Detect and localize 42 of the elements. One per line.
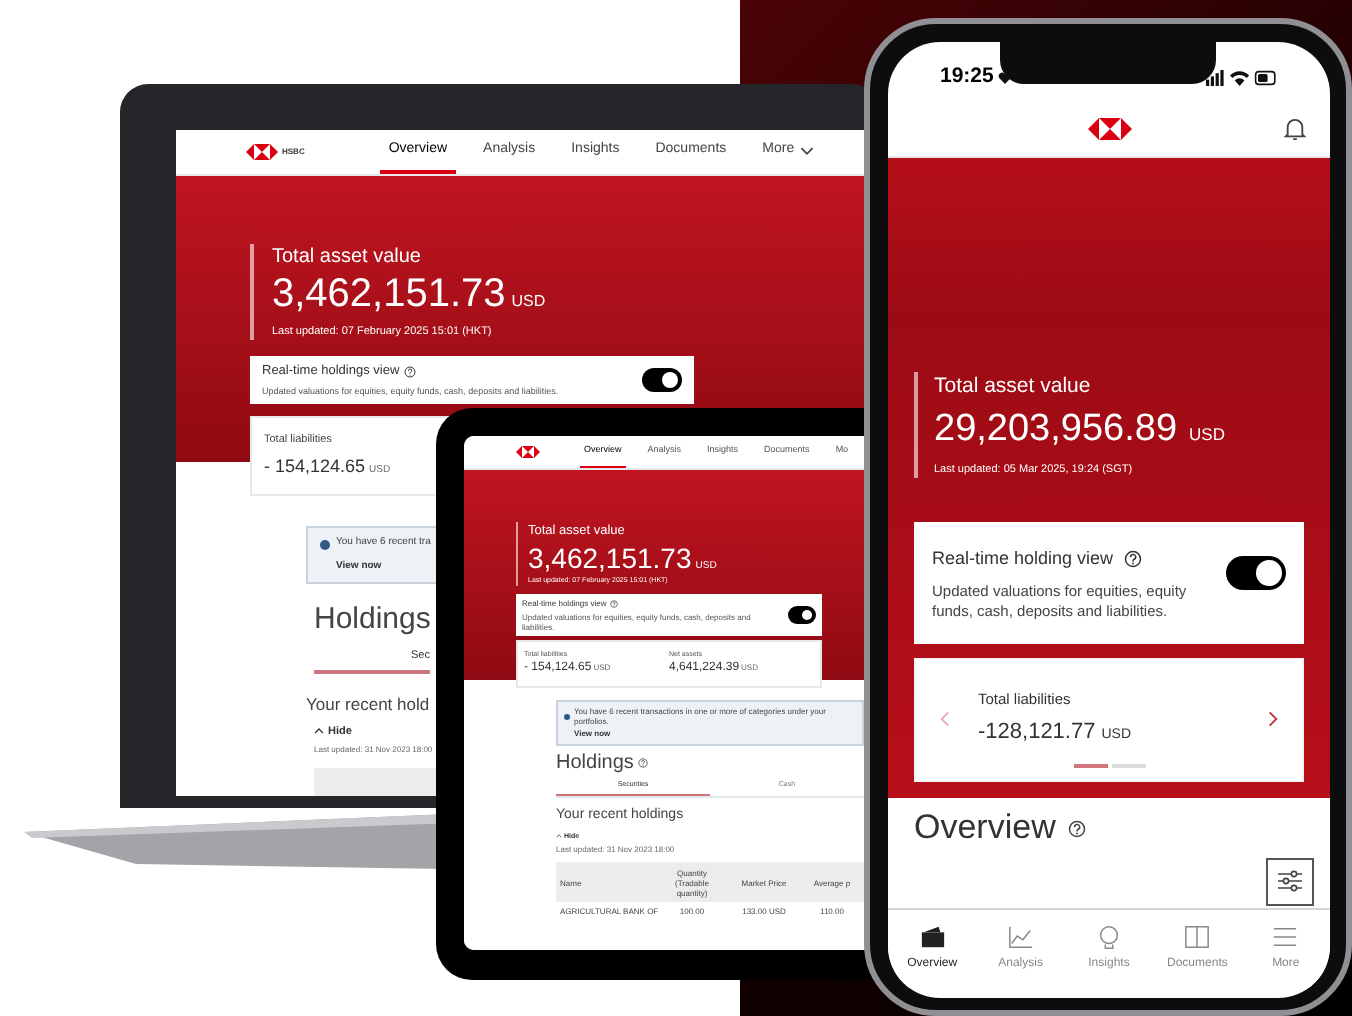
section-heading: Holdings	[556, 750, 634, 778]
chevron-up-icon	[556, 834, 562, 839]
carousel-indicator[interactable]	[1073, 764, 1107, 768]
bell-icon[interactable]	[1284, 116, 1306, 142]
help-icon	[1123, 549, 1142, 568]
hsbc-logo-icon	[1087, 118, 1131, 140]
menu-icon	[1272, 924, 1299, 950]
chevron-up-icon	[314, 728, 324, 735]
help-icon	[610, 600, 619, 608]
asset-value: 3,462,151.73	[272, 270, 506, 318]
chevron-down-icon	[800, 145, 815, 155]
help-icon	[637, 758, 648, 768]
hsbc-logo-icon	[246, 144, 278, 160]
toggle-switch[interactable]	[1226, 556, 1286, 591]
asset-value: 29,203,956.89	[934, 408, 1178, 452]
info-icon	[320, 539, 330, 549]
line-chart-icon	[1007, 924, 1034, 950]
info-icon	[564, 713, 570, 719]
currency-label: USD	[511, 290, 546, 314]
status-icons-drawing	[1206, 70, 1278, 86]
section-heading: Holdings	[314, 600, 431, 641]
sliders-icon	[1278, 870, 1302, 893]
toggle-switch[interactable]	[788, 606, 816, 624]
liabilities-value: -128,121.77	[978, 717, 1096, 747]
filter-button[interactable]	[1266, 857, 1314, 906]
status-time: 19:25	[940, 62, 994, 93]
subsection-heading: Your recent hold	[306, 692, 430, 718]
currency-label: USD	[1189, 422, 1225, 448]
asset-label: Total asset value	[272, 244, 423, 270]
toggle-switch[interactable]	[642, 368, 682, 393]
lightbulb-icon	[1095, 924, 1122, 950]
chevron-right-icon[interactable]	[1268, 709, 1278, 728]
help-icon	[1067, 819, 1086, 837]
help-icon	[403, 365, 416, 378]
liabilities-value: - 154,124.65	[264, 453, 366, 480]
wallet-icon	[919, 924, 946, 950]
section-heading: Overview	[914, 806, 1056, 851]
asset-label: Total asset value	[934, 372, 1093, 400]
hsbc-logo-icon	[516, 446, 540, 458]
asset-value: 3,462,151.73	[528, 541, 692, 576]
book-icon	[1184, 924, 1211, 950]
card-title: Real-time holding view	[932, 545, 1114, 572]
